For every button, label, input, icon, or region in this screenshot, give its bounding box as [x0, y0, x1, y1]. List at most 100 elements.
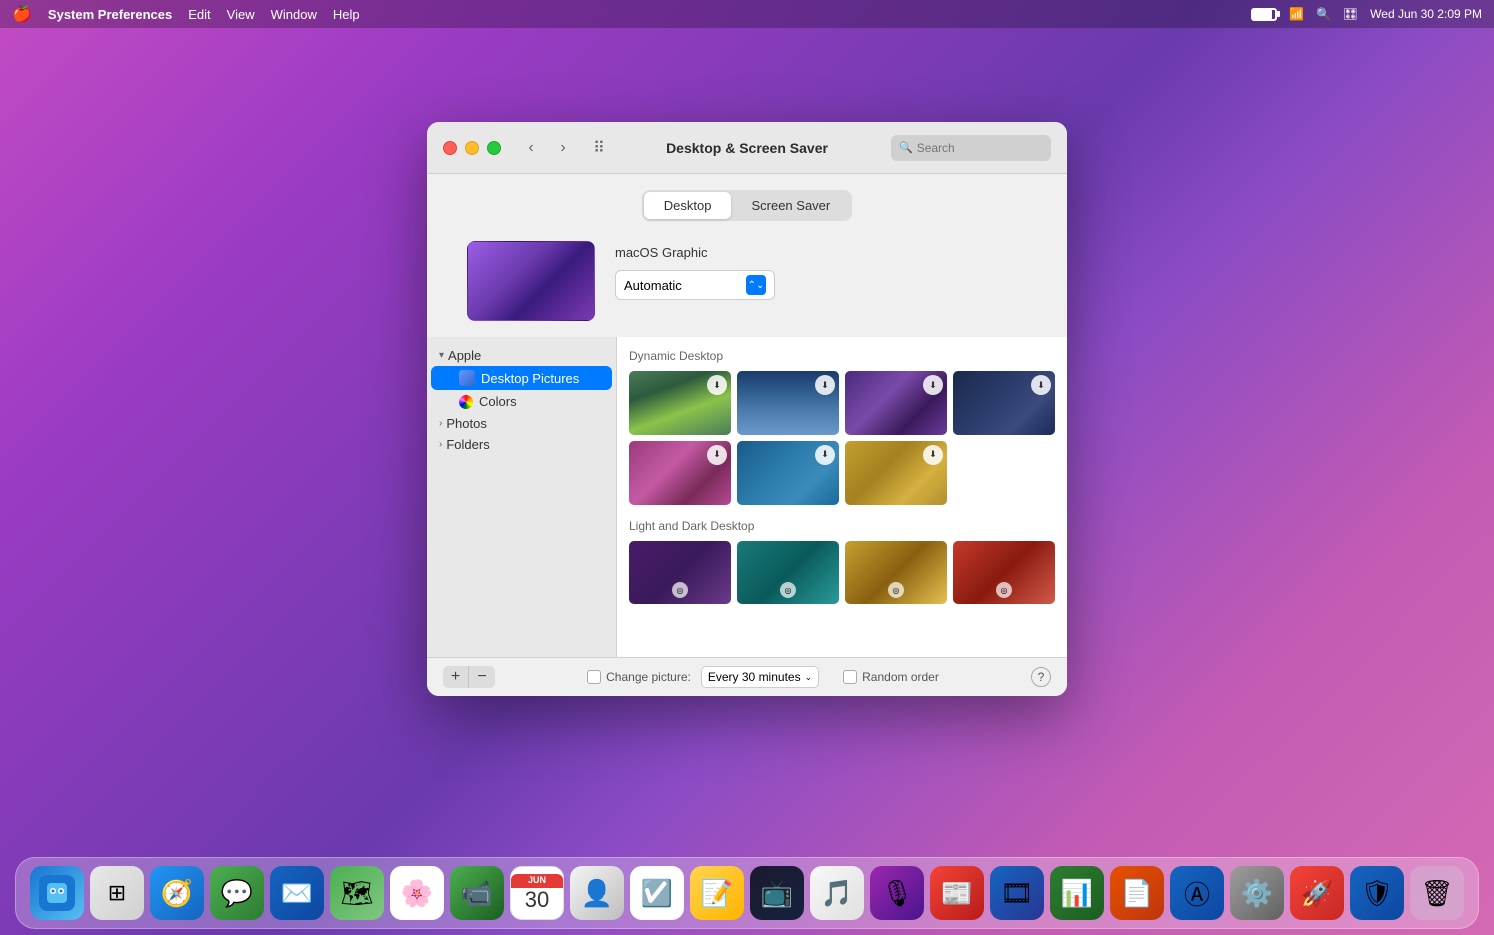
dock-item-adguard[interactable]: 🛡	[1350, 866, 1404, 920]
sidebar-item-colors-label: Colors	[479, 394, 517, 409]
wallpaper-thumb-1[interactable]: ⬇	[629, 371, 731, 435]
dock-item-news[interactable]: 📰	[930, 866, 984, 920]
dock-item-keynote[interactable]: 🎞	[990, 866, 1044, 920]
menubar-app-name[interactable]: System Preferences	[48, 7, 172, 22]
sidebar-item-desktop-pictures-label: Desktop Pictures	[481, 371, 579, 386]
datetime: Wed Jun 30 2:09 PM	[1370, 7, 1482, 21]
add-remove-buttons: + −	[443, 666, 495, 688]
sidebar-group-folders-label: Folders	[446, 437, 489, 452]
dock-item-reminders[interactable]: ☑️	[630, 866, 684, 920]
wallpaper-thumb-2[interactable]: ⬇	[737, 371, 839, 435]
dock-item-podcasts[interactable]: 🎙	[870, 866, 924, 920]
forward-button[interactable]: ›	[549, 137, 577, 159]
dock-item-messages[interactable]: 💬	[210, 866, 264, 920]
colors-icon	[459, 395, 473, 409]
search-input[interactable]	[917, 141, 1043, 155]
wallpaper-thumb-6[interactable]: ⬇	[737, 441, 839, 505]
remove-button[interactable]: −	[469, 666, 495, 688]
tab-desktop[interactable]: Desktop	[644, 192, 732, 219]
download-icon-5: ⬇	[707, 445, 727, 465]
dock-item-safari[interactable]: 🧭	[150, 866, 204, 920]
dock-item-mail[interactable]: ✉️	[270, 866, 324, 920]
sidebar-group-folders[interactable]: › Folders	[427, 434, 616, 455]
control-center-icon[interactable]: 🎛	[1343, 7, 1358, 21]
wallpaper-ld-1[interactable]: ◎	[629, 541, 731, 605]
menubar-help[interactable]: Help	[333, 7, 360, 22]
minimize-button[interactable]	[465, 141, 479, 155]
dock-item-tv[interactable]: 📺	[750, 866, 804, 920]
search-bar[interactable]: 🔍	[891, 135, 1051, 161]
dock-item-trash[interactable]: 🗑	[1410, 866, 1464, 920]
tab-screensaver[interactable]: Screen Saver	[731, 192, 850, 219]
download-icon-7: ⬇	[923, 445, 943, 465]
apple-menu[interactable]: 🍎	[12, 4, 32, 24]
wallpaper-thumb-4[interactable]: ⬇	[953, 371, 1055, 435]
wallpaper-ld-3[interactable]: ◎	[845, 541, 947, 605]
menubar-window[interactable]: Window	[271, 7, 317, 22]
download-icon-6: ⬇	[815, 445, 835, 465]
light-dark-grid: ◎ ◎ ◎ ◎	[629, 541, 1055, 605]
preview-info: macOS Graphic Automatic ⌃⌄	[615, 241, 775, 300]
sidebar-item-desktop-pictures[interactable]: Desktop Pictures	[431, 366, 612, 390]
menubar-right: 📶 🔍 🎛 Wed Jun 30 2:09 PM	[1251, 7, 1482, 21]
dock-item-music[interactable]: 🎵	[810, 866, 864, 920]
change-picture-label: Change picture:	[606, 670, 691, 684]
sidebar-group-apple-label: Apple	[448, 348, 481, 363]
dock-item-numbers[interactable]: 📊	[1050, 866, 1104, 920]
dock-item-pages[interactable]: 📄	[1110, 866, 1164, 920]
help-button[interactable]: ?	[1031, 667, 1051, 687]
sidebar-group-photos-label: Photos	[446, 416, 486, 431]
automatic-dropdown[interactable]: Automatic ⌃⌄	[615, 270, 775, 300]
random-order-checkbox[interactable]	[843, 670, 857, 684]
nav-buttons: ‹ ›	[517, 137, 577, 159]
dock-item-appstore[interactable]: Ⓐ	[1170, 866, 1224, 920]
menubar-view[interactable]: View	[227, 7, 255, 22]
maximize-button[interactable]	[487, 141, 501, 155]
dock-item-maps[interactable]: 🗺	[330, 866, 384, 920]
wifi-icon: 📶	[1289, 7, 1304, 21]
preview-section: macOS Graphic Automatic ⌃⌄	[427, 233, 1067, 337]
add-button[interactable]: +	[443, 666, 469, 688]
sidebar-item-colors[interactable]: Colors	[431, 390, 612, 413]
dropdown-chevron-icon: ⌄	[805, 672, 813, 683]
sidebar: ▾ Apple Desktop Pictures Colors › Photos…	[427, 337, 617, 657]
wallpaper-ld-2[interactable]: ◎	[737, 541, 839, 605]
menubar-left: 🍎 System Preferences Edit View Window He…	[12, 4, 1251, 24]
sidebar-group-apple[interactable]: ▾ Apple	[427, 345, 616, 366]
change-interval-dropdown[interactable]: Every 30 minutes ⌄	[701, 666, 819, 688]
dock-item-sysprefs[interactable]: ⚙️	[1230, 866, 1284, 920]
random-order-label[interactable]: Random order	[843, 670, 939, 684]
dock-item-photos[interactable]: 🌸	[390, 866, 444, 920]
dock-item-calendar[interactable]: JUN 30	[510, 866, 564, 920]
download-icon-4: ⬇	[1031, 375, 1051, 395]
tabs-bar: Desktop Screen Saver	[427, 174, 1067, 233]
traffic-lights	[443, 141, 501, 155]
download-icon-1: ⬇	[707, 375, 727, 395]
change-interval-value: Every 30 minutes	[708, 670, 801, 684]
change-picture-area: Change picture: Every 30 minutes ⌄	[587, 666, 819, 688]
dock-item-transmit[interactable]: 🚀	[1290, 866, 1344, 920]
wallpaper-thumb-3[interactable]: ⬇	[845, 371, 947, 435]
change-picture-checkbox[interactable]	[587, 670, 601, 684]
dock-item-launchpad[interactable]: ⊞	[90, 866, 144, 920]
search-icon[interactable]: 🔍	[1316, 7, 1331, 21]
wallpaper-thumb-7[interactable]: ⬇	[845, 441, 947, 505]
menubar: 🍎 System Preferences Edit View Window He…	[0, 0, 1494, 28]
dock-item-contacts[interactable]: 👤	[570, 866, 624, 920]
dock-item-facetime[interactable]: 📹	[450, 866, 504, 920]
bottom-bar: + − Change picture: Every 30 minutes ⌄ R…	[427, 657, 1067, 696]
grid-button[interactable]: ⠿	[585, 137, 613, 159]
change-picture-checkbox-label[interactable]: Change picture:	[587, 670, 691, 684]
close-button[interactable]	[443, 141, 457, 155]
light-dark-label: Light and Dark Desktop	[629, 519, 1055, 533]
download-icon-2: ⬇	[815, 375, 835, 395]
dock-item-finder[interactable]	[30, 866, 84, 920]
dock-item-notes[interactable]: 📝	[690, 866, 744, 920]
menubar-edit[interactable]: Edit	[188, 7, 210, 22]
wallpaper-thumb-5[interactable]: ⬇	[629, 441, 731, 505]
back-button[interactable]: ‹	[517, 137, 545, 159]
wallpaper-ld-4[interactable]: ◎	[953, 541, 1055, 605]
sidebar-group-photos[interactable]: › Photos	[427, 413, 616, 434]
random-order-text: Random order	[862, 670, 939, 684]
dock: ⊞ 🧭 💬 ✉️ 🗺 🌸 📹 JUN 30 👤 ☑️ 📝 📺 🎵 🎙 📰 🎞 📊…	[15, 857, 1479, 929]
